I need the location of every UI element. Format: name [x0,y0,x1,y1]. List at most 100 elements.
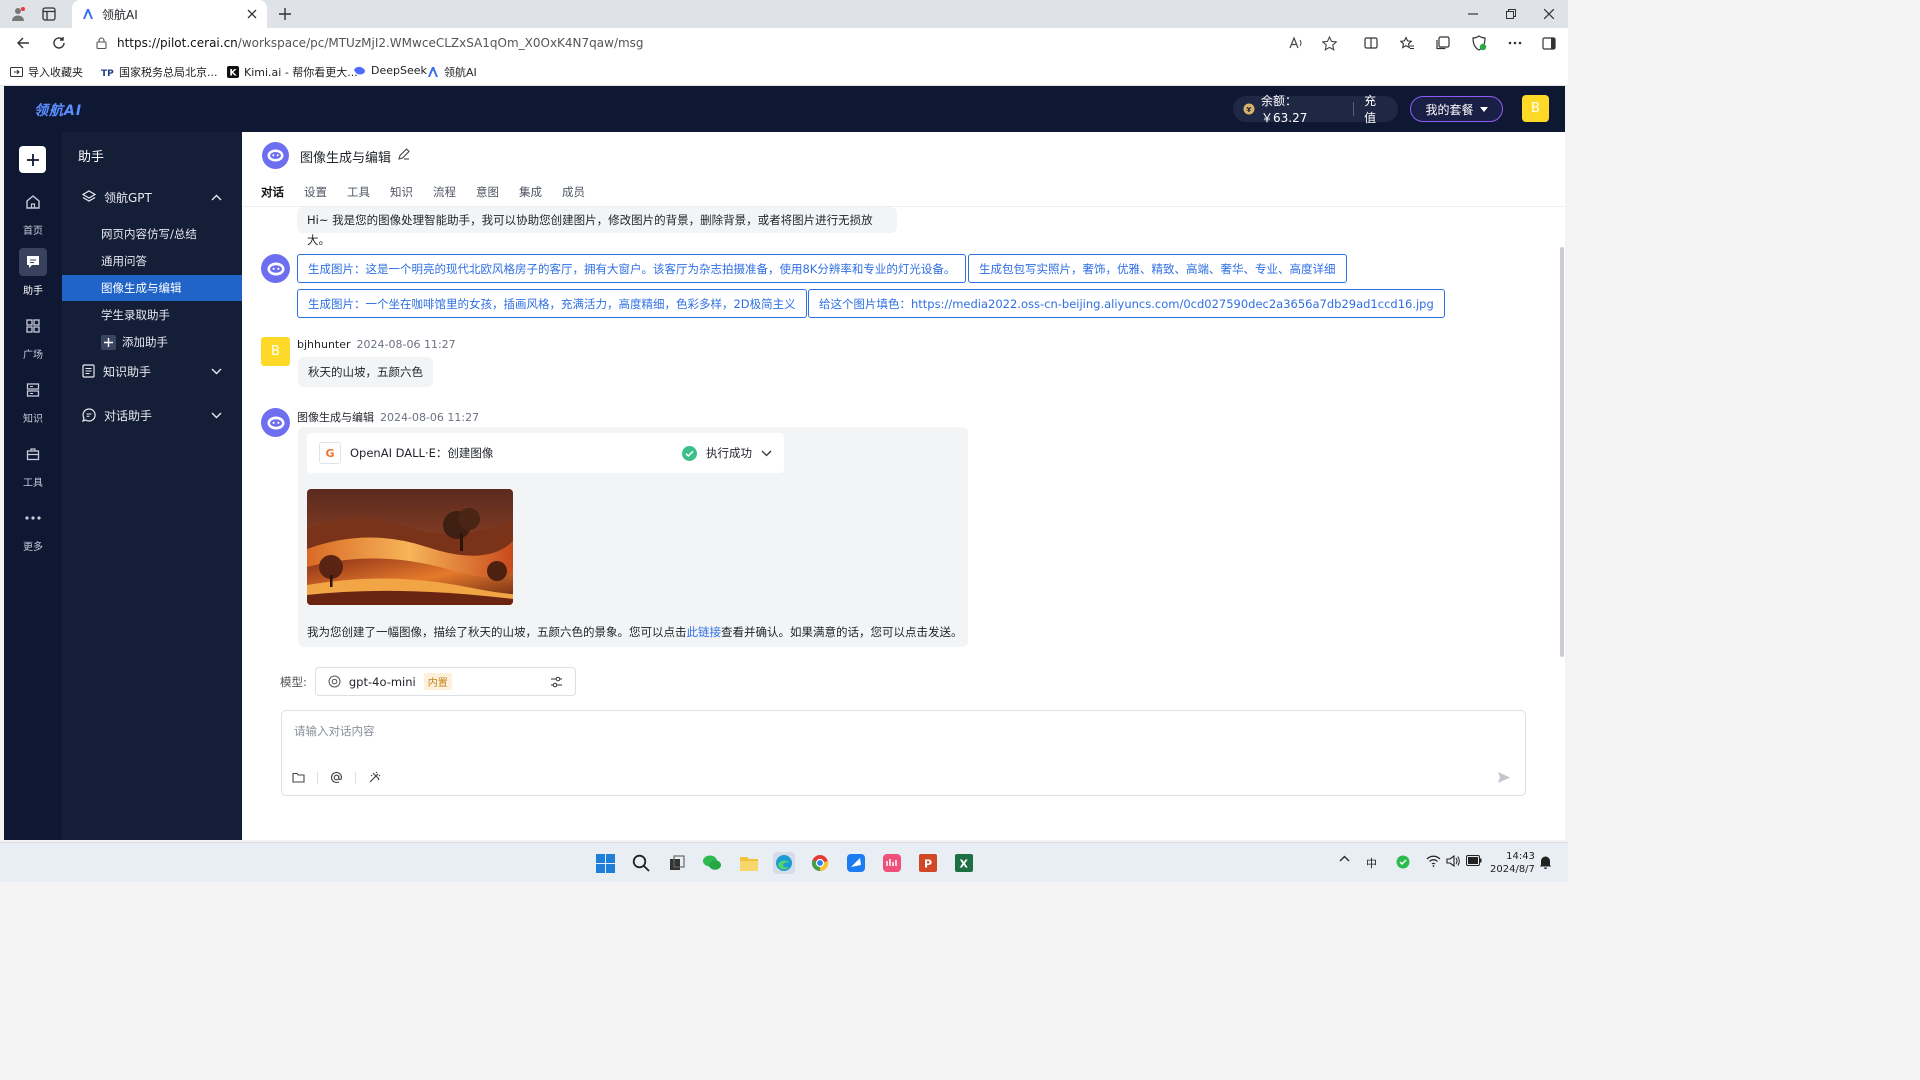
split-screen-icon[interactable] [1362,34,1380,52]
group-linghang-gpt[interactable]: 领航GPT [62,182,242,212]
notification-bell-icon[interactable] [1539,855,1552,869]
assistant-sidebar: 助手 领航GPT 网页内容仿写/总结 通用问答 图像生成与编辑 学生录取助手 添… [62,132,242,840]
bookmark-label: Kimi.ai - 帮你看更大... [244,66,358,79]
settings-more-icon[interactable] [1506,34,1524,52]
close-window-icon[interactable] [1540,5,1558,23]
recharge-button[interactable]: 充值 [1364,92,1388,126]
wifi-icon[interactable] [1426,855,1441,867]
tab-integration[interactable]: 集成 [519,184,542,200]
taskbar-clock[interactable]: 14:43 2024/8/7 [1490,850,1535,876]
collections-icon[interactable] [1434,34,1452,52]
group-knowledge-assistant[interactable]: 知识助手 [62,356,242,386]
tab-settings[interactable]: 设置 [304,184,327,200]
chat-scrollbar[interactable] [1560,247,1564,657]
user-message-meta: bjhhunter 2024-08-06 11:27 [297,338,456,351]
windows-start-icon[interactable] [594,852,616,874]
app-logo[interactable]: 领航AI [34,100,82,120]
minimize-icon[interactable] [1464,5,1482,23]
ime-indicator[interactable]: 中 [1366,855,1377,871]
more-icon [19,504,47,532]
nav-square[interactable]: 广场 [4,312,62,368]
address-bar[interactable]: https://pilot.cerai.cn/workspace/pc/MTUz… [84,32,1346,54]
chat-tabs: 对话 设置 工具 知识 流程 意图 集成 成员 [261,184,585,200]
group-dialog-assistant[interactable]: 对话助手 [62,400,242,430]
plus-square-icon [101,334,116,350]
tab-workflow[interactable]: 流程 [433,184,456,200]
tab-actions-icon[interactable] [40,5,58,23]
bookmark-deepseek[interactable]: DeepSeek [353,64,427,77]
restore-icon[interactable] [1502,5,1520,23]
nav-label: 工具 [23,478,43,489]
my-plan-button[interactable]: 我的套餐 [1410,96,1503,122]
user-avatar-header[interactable]: B [1522,95,1549,122]
tray-chevron-up-icon[interactable] [1339,855,1350,862]
sidebar-toggle-icon[interactable] [1540,34,1558,52]
volume-icon[interactable] [1446,855,1460,867]
favorite-star-icon[interactable] [1320,34,1338,52]
magic-tool-icon[interactable] [368,771,382,784]
file-explorer-icon[interactable] [738,852,760,874]
browser-tab-active[interactable]: 领航AI [72,0,267,28]
add-assistant-button[interactable]: 添加助手 [62,329,242,355]
bookmark-kimi[interactable]: K Kimi.ai - 帮你看更大... [227,64,358,80]
edge-browser-icon[interactable] [773,852,795,874]
read-aloud-icon[interactable] [1287,34,1305,52]
send-icon[interactable] [1497,771,1511,784]
suggestion-bag-photo[interactable]: 生成包包写实照片，奢饰，优雅、精致、高端、奢华、专业、高度详细 [968,254,1347,283]
profile-icon[interactable] [8,4,28,24]
new-chat-button[interactable] [19,146,46,173]
suggestion-colorize[interactable]: 给这个图片填色：https://media2022.oss-cn-beijing… [808,289,1445,318]
nav-assistant[interactable]: 助手 [4,248,62,304]
excel-icon[interactable]: X [953,852,975,874]
nav-home[interactable]: 首页 [4,188,62,244]
chrome-icon[interactable] [809,852,831,874]
task-view-icon[interactable] [666,852,688,874]
tab-knowledge[interactable]: 知识 [390,184,413,200]
sliders-icon[interactable] [550,676,563,688]
input-toolbar [292,771,382,784]
nav-tools[interactable]: 工具 [4,440,62,496]
tab-conversation[interactable]: 对话 [261,184,284,200]
chat-header: 图像生成与编辑 [242,132,1565,178]
bookmark-linghang[interactable]: 领航AI [427,64,477,80]
bookmark-tax[interactable]: TP 国家税务总局北京... [101,64,218,80]
bookmark-import[interactable]: 导入收藏夹 [10,64,83,80]
feishu-icon[interactable] [845,852,867,874]
sidebar-item-image-gen[interactable]: 图像生成与编辑 [62,275,242,301]
sidebar-item-web-rewrite[interactable]: 网页内容仿写/总结 [62,221,242,247]
nav-knowledge[interactable]: 知识 [4,376,62,432]
tool-call-card[interactable]: G OpenAI DALL·E：创建图像 执行成功 [307,433,784,473]
tray-app-icon[interactable] [1396,855,1410,869]
suggestion-cafe-girl[interactable]: 生成图片：一个坐在咖啡馆里的女孩，插画风格，充满活力，高度精细，色彩多样，2D极… [297,289,807,318]
wechat-icon[interactable] [701,852,723,874]
powerpoint-icon[interactable]: P [917,852,939,874]
reply-link[interactable]: 此链接 [687,625,722,639]
edit-pencil-icon[interactable] [398,148,410,160]
back-icon[interactable] [14,34,32,52]
browser-essentials-icon[interactable] [1470,34,1488,52]
browser-toolbar: https://pilot.cerai.cn/workspace/pc/MTUz… [0,28,1568,58]
tab-tools[interactable]: 工具 [347,184,370,200]
model-select[interactable]: gpt-4o-mini 内置 [314,667,576,696]
search-icon[interactable] [630,852,652,874]
chat-input[interactable] [294,723,1494,753]
user-avatar: B [261,337,290,366]
folder-icon[interactable] [292,772,305,783]
suggestion-living-room[interactable]: 生成图片：这是一个明亮的现代北欧风格房子的客厅，拥有大窗户。该客厅为杂志拍摄准备… [297,254,967,283]
battery-icon[interactable] [1466,855,1482,866]
nav-more[interactable]: 更多 [4,504,62,560]
generated-image[interactable] [307,489,513,605]
tab-intent[interactable]: 意图 [476,184,499,200]
user-name: bjhhunter [297,338,351,351]
balance-pill: ¥ 余额：￥63.27 充值 [1233,94,1398,125]
media-app-icon[interactable] [881,852,903,874]
at-mention-icon[interactable] [330,771,343,784]
tab-members[interactable]: 成员 [562,184,585,200]
favorites-icon[interactable] [1398,34,1416,52]
tab-close-icon[interactable] [247,9,257,19]
sidebar-item-admission[interactable]: 学生录取助手 [62,302,242,328]
sidebar-item-general-qa[interactable]: 通用问答 [62,248,242,274]
new-tab-icon[interactable] [276,5,294,23]
tab-title: 领航AI [102,7,138,22]
refresh-icon[interactable] [50,34,68,52]
